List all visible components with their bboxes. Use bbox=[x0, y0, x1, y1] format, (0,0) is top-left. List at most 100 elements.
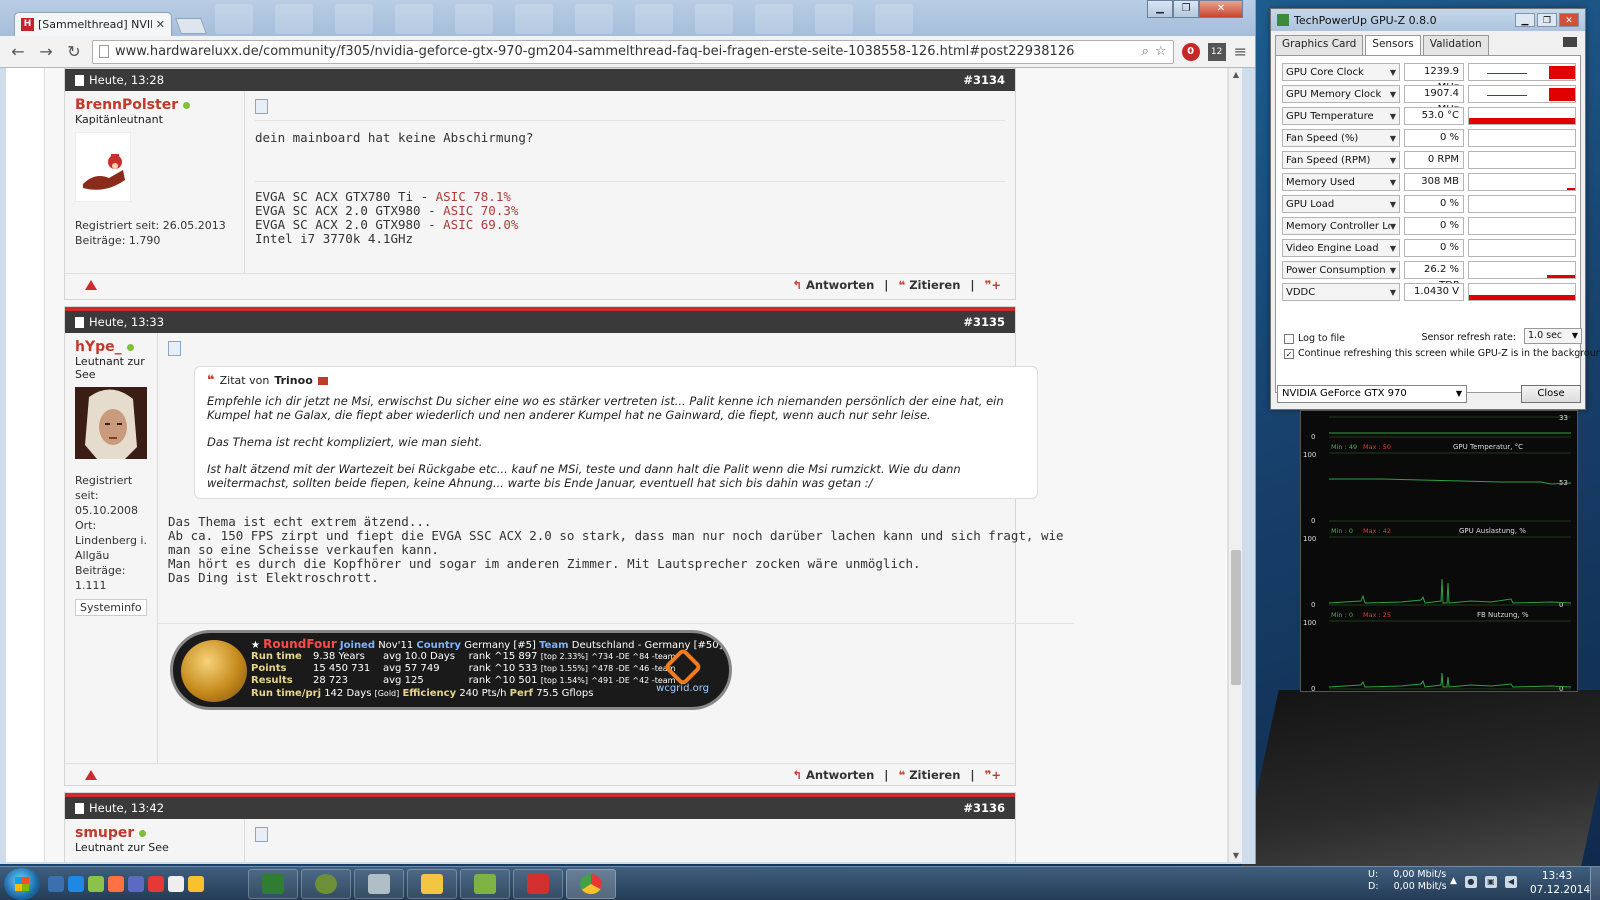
start-button[interactable] bbox=[4, 867, 40, 900]
show-desktop-button[interactable] bbox=[1590, 867, 1600, 900]
scrollbar-thumb[interactable] bbox=[1231, 550, 1241, 685]
reply-button[interactable]: ↰ Antworten bbox=[792, 278, 874, 292]
gpu-select[interactable]: NVIDIA GeForce GTX 970 ▼ bbox=[1277, 385, 1467, 403]
ie-icon[interactable] bbox=[68, 875, 84, 892]
username[interactable]: hYpe_ bbox=[75, 339, 122, 355]
refresh-rate-select[interactable]: 1.0 sec ▼ bbox=[1524, 328, 1582, 344]
report-warning-icon[interactable] bbox=[85, 769, 97, 780]
quote-button[interactable]: ❝ Zitieren bbox=[898, 278, 960, 292]
chevron-down-icon: ▼ bbox=[1389, 133, 1396, 143]
maximize-button[interactable]: ❐ bbox=[1173, 0, 1199, 18]
taskbar-app[interactable] bbox=[460, 868, 510, 899]
taskbar-app[interactable] bbox=[301, 868, 351, 899]
page-scrollbar[interactable]: ▲ ▼ bbox=[1228, 68, 1242, 862]
sensor-name-select[interactable]: Fan Speed (%) ▼ bbox=[1282, 129, 1400, 147]
close-window-button[interactable]: ✕ bbox=[1559, 13, 1579, 27]
minimize-button[interactable]: ▁ bbox=[1515, 13, 1535, 27]
back-arrow-icon[interactable]: ← bbox=[8, 42, 28, 61]
tray-app-icon[interactable]: ● bbox=[1464, 876, 1477, 888]
thumbnail bbox=[455, 4, 493, 34]
bookmark-star-icon[interactable]: ☆ bbox=[1155, 44, 1167, 59]
thumbnail bbox=[755, 4, 793, 34]
continue-refresh-checkbox[interactable]: ✓ Continue refreshing this screen while G… bbox=[1284, 348, 1600, 359]
reply-button[interactable]: ↰ Antworten bbox=[792, 768, 874, 782]
log-to-file-checkbox[interactable]: Log to file bbox=[1284, 333, 1345, 344]
taskbar-app[interactable] bbox=[248, 868, 298, 899]
reload-icon[interactable]: ↻ bbox=[64, 42, 84, 61]
chevron-down-icon: ▼ bbox=[1455, 389, 1462, 398]
taskbar-app[interactable] bbox=[513, 868, 563, 899]
post-number[interactable]: #3136 bbox=[963, 801, 1005, 815]
avatar[interactable] bbox=[75, 387, 147, 459]
close-button[interactable]: Close bbox=[1521, 385, 1581, 403]
sensor-value: 308 MB bbox=[1404, 173, 1464, 191]
graph-label: GPU Auslastung, % bbox=[1459, 527, 1526, 535]
sensor-value: 1239.9 MHz bbox=[1404, 63, 1464, 93]
volume-icon[interactable]: ◀ bbox=[1504, 876, 1517, 888]
camera-icon[interactable] bbox=[1563, 37, 1577, 47]
sensor-row: VDDC ▼ 1.0430 V bbox=[1282, 282, 1578, 302]
zoom-icon[interactable]: ⌕ bbox=[1142, 44, 1149, 59]
network-speed: U: 0,00 Mbit/s D: 0,00 Mbit/s bbox=[1368, 869, 1447, 893]
sensor-name-select[interactable]: GPU Core Clock ▼ bbox=[1282, 63, 1400, 81]
address-bar[interactable]: www.hardwareluxx.de/community/f305/nvidi… bbox=[92, 39, 1174, 64]
taskbar-app[interactable] bbox=[354, 868, 404, 899]
sensor-name-select[interactable]: Memory Used ▼ bbox=[1282, 173, 1400, 191]
tab-close-icon[interactable]: ✕ bbox=[156, 18, 165, 31]
systeminfo-button[interactable]: Systeminfo bbox=[75, 599, 147, 616]
network-icon[interactable]: ▣ bbox=[1484, 876, 1497, 888]
graph-line bbox=[1328, 672, 1572, 688]
post-number[interactable]: #3135 bbox=[963, 315, 1005, 329]
extension-icon[interactable]: 12 bbox=[1207, 42, 1226, 61]
browser-tab-active[interactable]: H [Sammelthread] NVIDIA G ✕ bbox=[14, 12, 172, 36]
username[interactable]: BrennPolster bbox=[75, 97, 178, 113]
chevron-down-icon: ▼ bbox=[1389, 243, 1396, 253]
sensor-name-select[interactable]: GPU Temperature ▼ bbox=[1282, 107, 1400, 125]
close-window-button[interactable]: ✕ bbox=[1199, 0, 1243, 18]
quicklaunch-icon[interactable] bbox=[108, 875, 124, 892]
sensor-name-select[interactable]: Power Consumption ▼ bbox=[1282, 261, 1400, 279]
menu-icon[interactable]: ≡ bbox=[1234, 42, 1247, 61]
quicklaunch-icon[interactable] bbox=[168, 875, 184, 892]
tab-graphics-card[interactable]: Graphics Card bbox=[1275, 35, 1364, 55]
wcgrid-signature-banner[interactable]: ★ RoundFour Joined Nov'11 Country German… bbox=[170, 630, 732, 710]
sensor-name-select[interactable]: GPU Memory Clock ▼ bbox=[1282, 85, 1400, 103]
avatar[interactable] bbox=[75, 132, 131, 202]
post-content bbox=[245, 819, 1015, 862]
forward-arrow-icon[interactable]: → bbox=[36, 42, 56, 61]
banner-value: 15 450 731 bbox=[313, 663, 371, 674]
maximize-button[interactable]: ❐ bbox=[1537, 13, 1557, 27]
quote-button[interactable]: ❝ Zitieren bbox=[898, 768, 960, 782]
minimize-button[interactable]: ▁ bbox=[1147, 0, 1173, 18]
quicklaunch-icon[interactable] bbox=[48, 875, 64, 892]
scroll-down-icon[interactable]: ▼ bbox=[1229, 851, 1242, 860]
clock[interactable]: 13:43 07.12.2014 bbox=[1530, 869, 1590, 897]
sensor-name-select[interactable]: Video Engine Load ▼ bbox=[1282, 239, 1400, 257]
quicklaunch-icon[interactable] bbox=[148, 875, 164, 892]
view-post-icon[interactable] bbox=[317, 376, 328, 385]
tab-validation[interactable]: Validation bbox=[1422, 35, 1489, 55]
tray-expand-icon[interactable]: ▲ bbox=[1450, 876, 1457, 888]
quicklaunch-icon[interactable] bbox=[128, 875, 144, 892]
sensor-name-select[interactable]: Memory Controller Load▼ bbox=[1282, 217, 1400, 235]
username[interactable]: smuper bbox=[75, 825, 134, 841]
graph-low-value: 0 bbox=[1311, 685, 1315, 692]
multi-quote-icon[interactable]: ❞+ bbox=[985, 278, 1001, 292]
chrome-taskbar-app[interactable] bbox=[566, 868, 616, 899]
adblock-extension-icon[interactable]: 0 bbox=[1181, 42, 1200, 61]
quicklaunch-icon[interactable] bbox=[88, 875, 104, 892]
multi-quote-icon[interactable]: ❞+ bbox=[985, 768, 1001, 782]
post-number[interactable]: #3134 bbox=[963, 73, 1005, 87]
explorer-taskbar-app[interactable] bbox=[407, 868, 457, 899]
scroll-up-icon[interactable]: ▲ bbox=[1229, 70, 1242, 79]
asic-value: ASIC 70.3% bbox=[443, 203, 519, 218]
url-text[interactable]: www.hardwareluxx.de/community/f305/nvidi… bbox=[115, 44, 1136, 59]
sensor-name-select[interactable]: Fan Speed (RPM) ▼ bbox=[1282, 151, 1400, 169]
report-warning-icon[interactable] bbox=[85, 279, 97, 290]
tab-sensors[interactable]: Sensors bbox=[1365, 35, 1421, 55]
sensor-name-select[interactable]: GPU Load ▼ bbox=[1282, 195, 1400, 213]
chrome-icon[interactable] bbox=[188, 875, 204, 892]
quote-author[interactable]: Trinoo bbox=[274, 374, 312, 387]
sensor-name-select[interactable]: VDDC ▼ bbox=[1282, 283, 1400, 301]
new-tab-button[interactable] bbox=[175, 18, 207, 34]
